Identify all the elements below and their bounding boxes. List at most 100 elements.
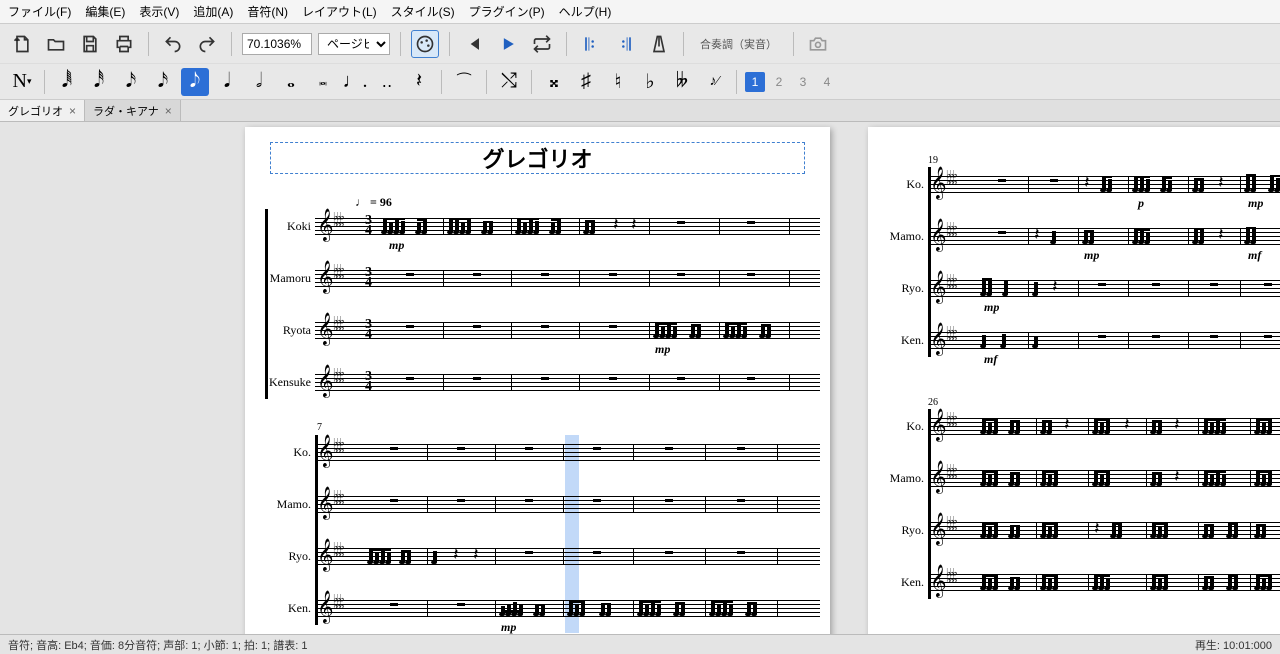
menu-help[interactable]: ヘルプ(H) [559,3,612,20]
dynamic-mp[interactable]: mp [1248,196,1263,211]
time-signature[interactable]: 34 [365,320,372,340]
score-page-1[interactable]: グレゴリオ ♩ = 96 Koki 𝄞 ♭♭♭♭♭♭ 34 [245,127,830,634]
tab-rada-kiana[interactable]: ラダ・キアナ × [85,100,181,121]
repeat-end-button[interactable] [611,30,639,58]
menu-edit[interactable]: 編集(E) [85,3,125,20]
double-flat-button[interactable]: 𝄫 [668,68,696,96]
dynamic-mp[interactable]: mp [655,342,670,357]
repeat-start-button[interactable] [577,30,605,58]
dynamic-mp[interactable]: mp [1084,248,1099,263]
metronome-button[interactable] [645,30,673,58]
staff[interactable]: 𝄞 ♭♭♭♭♭♭ 𝄽 𝄽 [315,540,820,572]
note-32nd-button[interactable]: 𝅘𝅥𝅰 [85,68,113,96]
tie-button[interactable]: ⁀ [450,68,478,96]
part-label: Ryo. [878,281,928,296]
status-playback-time: 再生: 10:01:000 [1195,637,1272,653]
treble-clef-icon: 𝄞 [930,514,947,546]
open-button[interactable] [42,30,70,58]
staff[interactable]: 𝄞 ♭♭♭♭♭♭ [315,488,820,520]
treble-clef-icon: 𝄞 [930,220,947,252]
note-8th-button[interactable]: 𝅘𝅥𝅮 [181,68,209,96]
dynamic-mp[interactable]: mp [984,300,999,315]
staff[interactable]: 𝄞 ♭♭♭♭♭♭ 34 [315,262,820,294]
separator [231,32,232,56]
double-sharp-button[interactable]: 𝄪 [540,68,568,96]
rest-icon: 𝄽 [613,214,619,235]
staff[interactable]: 𝄞 ♭♭♭♭♭♭ [315,592,820,624]
menu-notes[interactable]: 音符(N) [247,3,288,20]
menu-add[interactable]: 追加(A) [193,3,233,20]
dynamic-mf[interactable]: mf [1248,248,1261,263]
staff[interactable]: 𝄞 ♭♭♭♭♭♭ 34 mp [315,314,820,346]
staff[interactable]: 𝄞 ♭♭♭♭♭♭ 34 𝄽 [315,210,820,242]
note-half-button[interactable]: 𝅗𝅥 [245,68,273,96]
time-signature[interactable]: 34 [365,216,372,236]
voice-1-button[interactable]: 1 [745,72,765,92]
screenshot-button[interactable] [804,30,832,58]
note-breve-button[interactable]: 𝅜 [309,68,337,96]
treble-clef-icon: 𝄞 [317,366,334,398]
staff[interactable]: 𝄞 ♭♭♭♭♭♭ 34 [315,366,820,398]
time-signature[interactable]: 34 [365,268,372,288]
staff[interactable]: 𝄞 ♭♭♭♭♭♭ [315,436,820,468]
dynamic-mp[interactable]: mp [389,238,404,253]
voice-2-button[interactable]: 2 [769,72,789,92]
note-quarter-button[interactable]: 𝅘𝅥 [213,68,241,96]
rest-button[interactable]: 𝄽 [405,68,433,96]
play-button[interactable] [494,30,522,58]
note-16th-button[interactable]: 𝅘𝅥𝅯 [117,68,145,96]
double-dot-button[interactable]: ‥ [373,68,401,96]
dynamic-mp[interactable]: mp [501,620,516,634]
natural-button[interactable]: ♮ [604,68,632,96]
view-mode-select[interactable]: ページビュー [318,33,390,55]
time-signature[interactable]: 34 [365,372,372,392]
staff[interactable]: 𝄞 ♭♭♭♭♭♭ 𝄽 mp [928,272,1280,304]
rewind-button[interactable] [460,30,488,58]
zoom-select[interactable] [242,33,312,55]
new-button[interactable] [8,30,36,58]
treble-clef-icon: 𝄞 [930,566,947,598]
staff[interactable]: 𝄞 ♭♭♭♭♭♭ 𝄽 [928,514,1280,546]
dynamic-p[interactable]: p [1138,196,1144,211]
note-64th-button[interactable]: 𝅘𝅥𝅱 [53,68,81,96]
sharp-button[interactable]: ♯ [572,68,600,96]
staff[interactable]: 𝄞 ♭♭♭♭♭♭ [928,566,1280,598]
note-whole-button[interactable]: 𝅝 [277,68,305,96]
palette-button[interactable] [411,30,439,58]
score-workspace[interactable]: グレゴリオ ♩ = 96 Koki 𝄞 ♭♭♭♭♭♭ 34 [0,122,1280,634]
staff[interactable]: 𝄞 ♭♭♭♭♭♭ 𝄽 [928,462,1280,494]
flat-button[interactable]: ♭ [636,68,664,96]
note-16th-alt-button[interactable]: 𝅘𝅥𝅯 [149,68,177,96]
staff[interactable]: 𝄞 ♭♭♭♭♭♭ mf [928,324,1280,356]
menu-plugin[interactable]: プラグイン(P) [469,3,545,20]
loop-button[interactable] [528,30,556,58]
concert-pitch-toggle[interactable]: 合奏調（実音） [694,34,783,54]
staff[interactable]: 𝄞 ♭♭♭♭♭♭ 𝄽 𝄽 [928,168,1280,200]
voice-3-button[interactable]: 3 [793,72,813,92]
score-title[interactable]: グレゴリオ [270,142,805,174]
note-input-mode-button[interactable]: N▾ [8,68,36,96]
close-icon[interactable]: × [165,104,172,118]
menu-layout[interactable]: レイアウト(L) [302,3,377,20]
menu-style[interactable]: スタイル(S) [391,3,455,20]
staff-mamo: Mamo. 𝄞 ♭♭♭♭♭♭ 𝄽 𝄽 [878,219,1280,253]
redo-button[interactable] [193,30,221,58]
tempo-marking[interactable]: ♩ = 96 [355,195,392,210]
flip-button[interactable]: ⤭ [495,68,523,96]
menu-view[interactable]: 表示(V) [139,3,179,20]
voice-4-button[interactable]: 4 [817,72,837,92]
print-button[interactable] [110,30,138,58]
score-page-2[interactable]: 19 Ko. 𝄞 ♭♭♭♭♭♭ 𝄽 [868,127,1280,634]
dot-button[interactable]: ♩. [341,68,369,96]
menu-file[interactable]: ファイル(F) [8,3,71,20]
tab-gregorian[interactable]: グレゴリオ × [0,100,85,121]
undo-button[interactable] [159,30,187,58]
rest-icon: 𝄽 [453,544,459,565]
dynamic-mf[interactable]: mf [984,352,997,367]
staff[interactable]: 𝄞 ♭♭♭♭♭♭ 𝄽 𝄽 [928,220,1280,252]
save-button[interactable] [76,30,104,58]
close-icon[interactable]: × [69,104,76,118]
rest-icon: 𝄽 [1174,414,1180,435]
grace-note-button[interactable]: ♪⁄ [700,68,728,96]
staff[interactable]: 𝄞 ♭♭♭♭♭♭ 𝄽 𝄽 𝄽 [928,410,1280,442]
